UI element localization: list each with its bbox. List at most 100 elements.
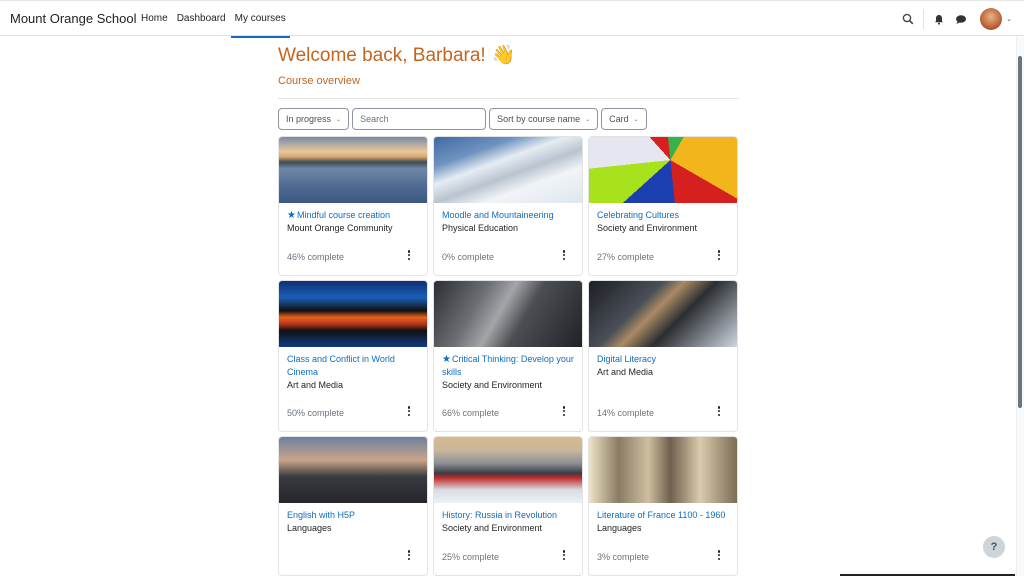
course-category: Art and Media	[597, 367, 654, 377]
course-progress-text: 46% complete	[287, 252, 345, 262]
course-card[interactable]: ★Critical Thinking: Develop your skills S…	[433, 280, 583, 432]
course-name-link[interactable]: History: Russia in Revolution	[442, 509, 574, 522]
course-name-link[interactable]: Literature of France 1100 - 1960	[597, 509, 729, 522]
kebab-dot	[562, 253, 566, 257]
primary-navigation: Home Dashboard My courses	[137, 1, 291, 38]
course-name-text: Celebrating Cultures	[597, 210, 680, 220]
course-card[interactable]: Moodle and Mountaineering Physical Educat…	[433, 136, 583, 276]
status-filter-label: In progress	[286, 114, 332, 124]
course-name-link[interactable]: ★Critical Thinking: Develop your skills	[442, 353, 574, 379]
sort-label: Sort by course name	[497, 114, 581, 124]
course-actions-menu-icon[interactable]	[407, 406, 411, 416]
user-navigation: ⌄	[899, 1, 1012, 37]
kebab-dot	[407, 257, 411, 260]
kebab-dot	[407, 413, 411, 416]
nav-dashboard[interactable]: Dashboard	[173, 1, 230, 37]
status-filter-dropdown[interactable]: In progress ⌄	[278, 108, 350, 130]
course-name-link[interactable]: English with H5P	[287, 509, 419, 522]
kebab-dot	[717, 557, 721, 560]
course-image-umbrellas[interactable]	[589, 137, 737, 203]
course-progress-text: 14% complete	[597, 408, 655, 418]
bell-icon[interactable]	[930, 10, 948, 28]
star-icon: ★	[442, 354, 451, 365]
course-name-text: History: Russia in Revolution	[442, 510, 558, 520]
course-image-french-writers[interactable]	[589, 437, 737, 503]
course-name-link[interactable]: Digital Literacy	[597, 353, 729, 366]
nav-home[interactable]: Home	[137, 1, 172, 37]
course-name-link[interactable]: ★Mindful course creation	[287, 209, 419, 222]
course-card-body: English with H5P Languages	[279, 503, 427, 535]
search-icon[interactable]	[899, 10, 917, 28]
course-progress-text: 3% complete	[597, 552, 650, 562]
chevron-down-icon[interactable]: ⌄	[1006, 15, 1012, 23]
course-name-link[interactable]: Celebrating Cultures	[597, 209, 729, 222]
kebab-dot	[407, 550, 411, 553]
nav-my-courses[interactable]: My courses	[230, 1, 290, 38]
course-name-text: Critical Thinking: Develop your skills	[442, 354, 574, 377]
course-card-body: ★Critical Thinking: Develop your skills S…	[434, 347, 582, 392]
course-card-body: ★Mindful course creation Mount Orange Com…	[279, 203, 427, 235]
course-image-lake-swans[interactable]	[279, 137, 427, 203]
course-card[interactable]: Literature of France 1100 - 1960 Language…	[588, 436, 738, 576]
avatar[interactable]	[980, 8, 1003, 30]
kebab-dot	[717, 409, 721, 413]
course-category: Society and Environment	[442, 523, 543, 533]
chat-icon[interactable]	[952, 10, 970, 28]
help-button[interactable]: ?	[983, 536, 1005, 558]
scrollbar-thumb[interactable]	[1018, 56, 1022, 408]
view-dropdown[interactable]: Card ⌄	[601, 108, 647, 130]
nav-divider	[923, 9, 925, 29]
course-card[interactable]: Digital Literacy Art and Media 14% complet…	[588, 280, 738, 432]
kebab-dot	[717, 413, 721, 416]
kebab-dot	[407, 409, 411, 413]
kebab-dot	[562, 406, 566, 409]
course-image-film-strip[interactable]	[279, 281, 427, 347]
course-overview-heading: Course overview	[278, 75, 360, 87]
course-image-laptop-bookshelf[interactable]	[589, 281, 737, 347]
kebab-dot	[717, 253, 721, 257]
kebab-dot	[717, 406, 721, 409]
course-actions-menu-icon[interactable]	[407, 250, 411, 260]
course-actions-menu-icon[interactable]	[407, 550, 411, 560]
welcome-text: Welcome back, Barbara!	[278, 45, 486, 66]
course-card[interactable]: History: Russia in Revolution Society and…	[433, 436, 583, 576]
course-card[interactable]: Celebrating Cultures Society and Environm…	[588, 136, 738, 276]
course-name-link[interactable]: Class and Conflict in World Cinema	[287, 353, 419, 379]
kebab-dot	[407, 406, 411, 409]
course-card[interactable]: Class and Conflict in World Cinema Art an…	[278, 280, 428, 432]
course-actions-menu-icon[interactable]	[562, 406, 566, 416]
course-category: Mount Orange Community	[287, 223, 393, 233]
kebab-dot	[407, 253, 411, 257]
course-image-westminster[interactable]	[279, 437, 427, 503]
course-progress-text: 66% complete	[442, 408, 500, 418]
course-actions-menu-icon[interactable]	[562, 250, 566, 260]
chevron-down-icon: ⌄	[633, 116, 639, 123]
course-category: Society and Environment	[442, 380, 543, 390]
course-category: Languages	[287, 523, 332, 533]
course-image-snowy-mountain[interactable]	[434, 137, 582, 203]
kebab-dot	[562, 557, 566, 560]
course-actions-menu-icon[interactable]	[717, 250, 721, 260]
kebab-dot	[407, 557, 411, 560]
course-actions-menu-icon[interactable]	[717, 406, 721, 416]
site-brand[interactable]: Mount Orange School	[10, 11, 136, 26]
kebab-dot	[717, 553, 721, 557]
kebab-dot	[717, 257, 721, 260]
course-name-link[interactable]: Moodle and Mountaineering	[442, 209, 574, 222]
course-actions-menu-icon[interactable]	[562, 550, 566, 560]
course-progress-text: 25% complete	[442, 552, 500, 562]
course-image-horse-carriages[interactable]	[434, 437, 582, 503]
course-card[interactable]: English with H5P Languages	[278, 436, 428, 576]
course-actions-menu-icon[interactable]	[717, 550, 721, 560]
chevron-down-icon: ⌄	[336, 116, 342, 123]
star-icon: ★	[287, 210, 296, 221]
course-card-body: Celebrating Cultures Society and Environm…	[589, 203, 737, 235]
top-navbar: Mount Orange School Home Dashboard My co…	[0, 0, 1024, 38]
sort-dropdown[interactable]: Sort by course name ⌄	[489, 108, 599, 130]
course-filters: In progress ⌄ Sort by course name ⌄ Card ⌄	[278, 108, 647, 130]
course-card-body: Literature of France 1100 - 1960 Language…	[589, 503, 737, 535]
course-card[interactable]: ★Mindful course creation Mount Orange Com…	[278, 136, 428, 276]
course-image-thinker-statue[interactable]	[434, 281, 582, 347]
course-category: Society and Environment	[597, 223, 698, 233]
search-input[interactable]	[352, 108, 487, 130]
